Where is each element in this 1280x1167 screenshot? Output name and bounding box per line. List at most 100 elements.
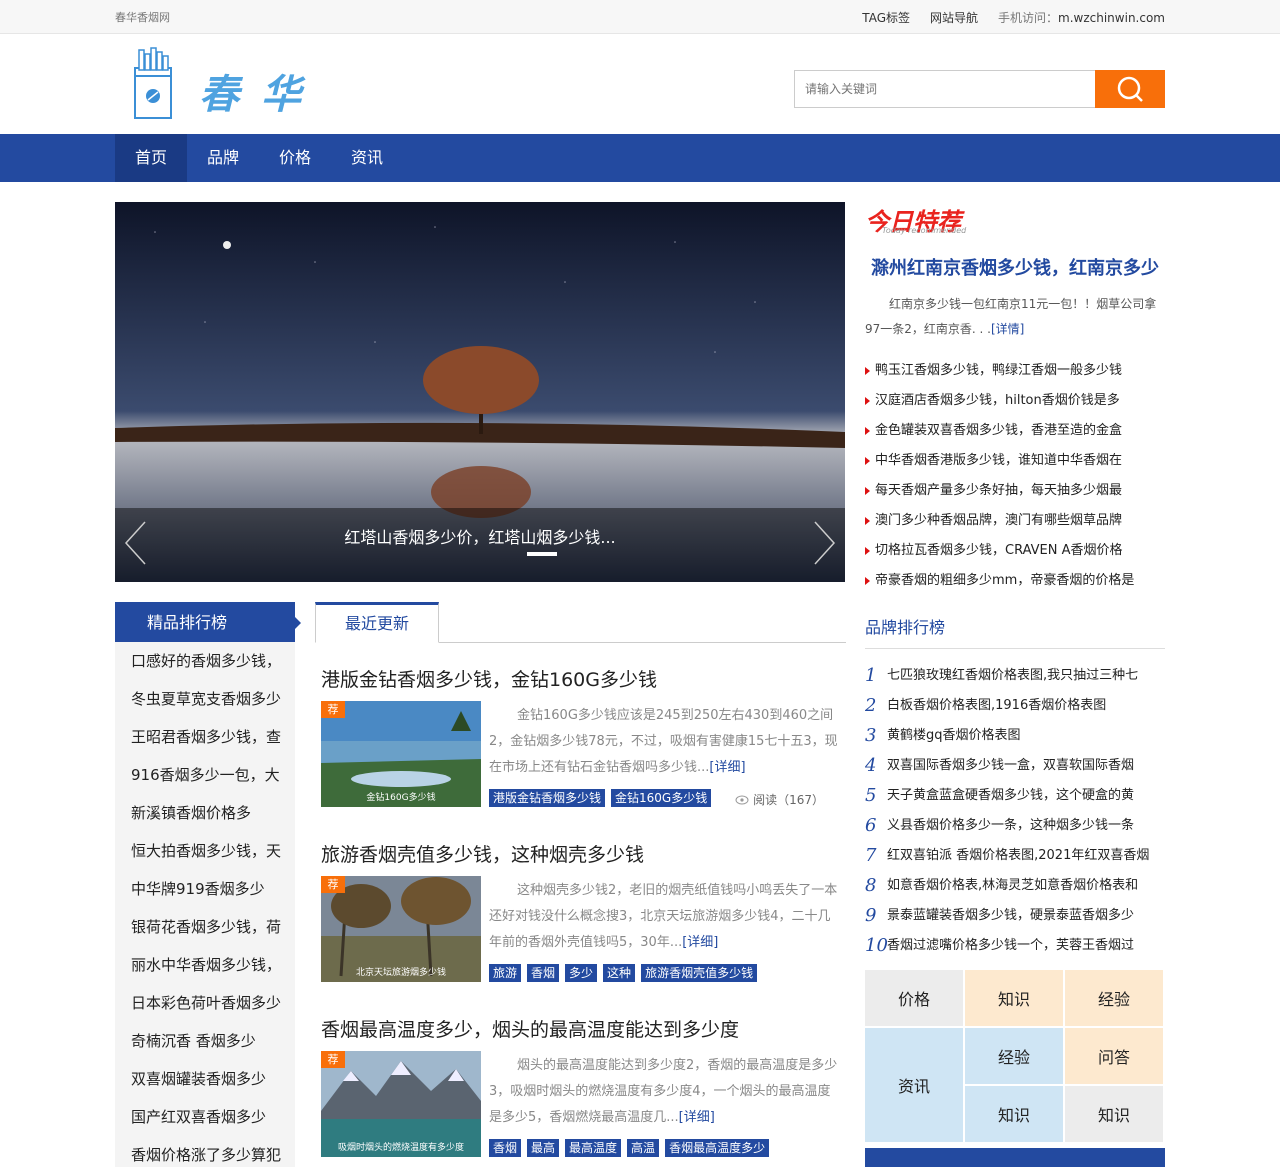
list-item[interactable]: 6 义县香烟价格多少一条，这种烟多少钱一条 <box>865 811 1165 841</box>
tag-cell-experience-2[interactable]: 经验 <box>965 1028 1063 1084</box>
article-thumbnail[interactable]: 荐 金钻160G多少钱 <box>321 701 481 807</box>
site-name[interactable]: 春华香烟网 <box>115 9 170 25</box>
list-item[interactable]: 香烟价格涨了多少算犯 <box>115 1136 295 1167</box>
article-tag[interactable]: 这种 <box>603 964 636 982</box>
tag-cell-news[interactable]: 资讯 <box>865 1028 963 1142</box>
list-item[interactable]: 口感好的香烟多少钱， <box>115 642 295 680</box>
mobile-url-link[interactable]: m.wzchinwin.com <box>1058 11 1165 25</box>
article-detail-link[interactable]: [详细] <box>679 1110 715 1125</box>
article-tag[interactable]: 最高 <box>527 1139 560 1157</box>
list-item[interactable]: 金色罐装双喜香烟多少钱，香港至造的金盒 <box>865 416 1165 446</box>
list-item[interactable]: 2 白板香烟价格表图,1916香烟价格表图 <box>865 691 1165 721</box>
list-item[interactable]: 奇楠沉香 香烟多少 <box>115 1022 295 1060</box>
tab-recent-updates[interactable]: 最近更新 <box>315 602 439 643</box>
list-item[interactable]: 中华牌919香烟多少 <box>115 870 295 908</box>
article-thumbnail[interactable]: 荐 北京天坛旅游烟多少钱 <box>321 876 481 982</box>
list-item[interactable]: 5 天子黄盒蓝盒硬香烟多少钱，这个硬盒的黄 <box>865 781 1165 811</box>
list-item[interactable]: 中华香烟香港版多少钱，谁知道中华香烟在 <box>865 446 1165 476</box>
article-tag[interactable]: 香烟 <box>527 964 560 982</box>
rank-text: 黄鹤楼gq香烟价格表图 <box>887 728 1021 743</box>
rank-number: 4 <box>865 755 877 776</box>
article-tag[interactable]: 高温 <box>627 1139 660 1157</box>
list-item[interactable]: 9 景泰蓝罐装香烟多少钱，硬景泰蓝香烟多少 <box>865 901 1165 931</box>
article-title[interactable]: 港版金钻香烟多少钱，金钻160G多少钱 <box>321 665 657 692</box>
recommend-badge: 荐 <box>321 701 345 718</box>
list-item[interactable]: 每天香烟产量多少条好抽，每天抽多少烟最 <box>865 476 1165 506</box>
logo-text[interactable]: 春华 <box>199 62 323 120</box>
article-tag[interactable]: 旅游 <box>489 964 522 982</box>
today-detail-link[interactable]: [详情] <box>991 322 1024 336</box>
list-item[interactable]: 丽水中华香烟多少钱， <box>115 946 295 984</box>
quality-ranking-title: 精品排行榜 <box>115 602 301 642</box>
slider-indicator[interactable] <box>527 552 557 556</box>
brand-ranking-title: 品牌排行榜 <box>865 602 1165 649</box>
list-item[interactable]: 8 如意香烟价格表,林海灵芝如意香烟价格表和 <box>865 871 1165 901</box>
article-tag[interactable]: 金钻160G多少钱 <box>611 789 712 807</box>
article-title[interactable]: 旅游香烟壳值多少钱，这种烟壳多少钱 <box>321 840 644 867</box>
article-tags: 港版金钻香烟多少钱 金钻160G多少钱 <box>489 789 712 807</box>
site-nav-link[interactable]: 网站导航 <box>930 9 978 26</box>
recommend-badge: 荐 <box>321 1051 345 1068</box>
list-item[interactable]: 王昭君香烟多少钱，查 <box>115 718 295 756</box>
nav-item-news[interactable]: 资讯 <box>331 134 403 182</box>
nav-item-price[interactable]: 价格 <box>259 134 331 182</box>
list-item[interactable]: 10 香烟过滤嘴价格多少钱一个，芙蓉王香烟过 <box>865 931 1165 961</box>
list-item[interactable]: 澳门多少种香烟品牌，澳门有哪些烟草品牌 <box>865 506 1165 536</box>
tag-link[interactable]: TAG标签 <box>862 9 910 26</box>
rank-text: 景泰蓝罐装香烟多少钱，硬景泰蓝香烟多少 <box>887 908 1135 923</box>
tag-cell-knowledge-2[interactable]: 知识 <box>965 1086 1063 1142</box>
rank-text: 香烟过滤嘴价格多少钱一个，芙蓉王香烟过 <box>887 938 1135 953</box>
article-detail-link[interactable]: [详细] <box>682 935 718 950</box>
article-tag[interactable]: 港版金钻香烟多少钱 <box>489 789 606 807</box>
nav-item-brand[interactable]: 品牌 <box>187 134 259 182</box>
list-item[interactable]: 3 黄鹤楼gq香烟价格表图 <box>865 721 1165 751</box>
rank-number: 2 <box>865 695 877 716</box>
article-title[interactable]: 香烟最高温度多少，烟头的最高温度能达到多少度 <box>321 1015 739 1042</box>
search-button[interactable] <box>1095 70 1165 108</box>
article-thumbnail[interactable]: 荐 吸烟时烟头的燃烧温度有多少度 <box>321 1051 481 1157</box>
list-item[interactable]: 双喜烟罐装香烟多少 <box>115 1060 295 1098</box>
list-item[interactable]: 银荷花香烟多少钱，荷 <box>115 908 295 946</box>
article-tag[interactable]: 香烟 <box>489 1139 522 1157</box>
list-item[interactable]: 切格拉瓦香烟多少钱，CRAVEN A香烟价格 <box>865 536 1165 566</box>
today-headline[interactable]: 滁州红南京香烟多少钱，红南京多少 <box>865 254 1165 280</box>
header: 春华 <box>0 34 1280 134</box>
search-box <box>794 70 1165 108</box>
cigarette-pack-logo-icon[interactable] <box>133 46 173 120</box>
article-tag[interactable]: 多少 <box>565 964 598 982</box>
list-item[interactable]: 916香烟多少一包，大 <box>115 756 295 794</box>
list-item[interactable]: 鸭玉江香烟多少钱，鸭绿江香烟一般多少钱 <box>865 356 1165 386</box>
list-item[interactable]: 日本彩色荷叶香烟多少 <box>115 984 295 1022</box>
tag-cell-knowledge[interactable]: 知识 <box>965 970 1063 1026</box>
article-detail-link[interactable]: [详细] <box>709 760 745 775</box>
list-item[interactable]: 国产红双喜香烟多少 <box>115 1098 295 1136</box>
tag-grid: 价格 知识 经验 资讯 经验 问答 知识 知识 <box>865 970 1165 1144</box>
list-item[interactable]: 帝豪香烟的粗细多少mm，帝豪香烟的价格是 <box>865 566 1165 596</box>
slider-next-arrow-icon[interactable] <box>811 520 837 566</box>
main-nav: 首页 品牌 价格 资讯 <box>0 134 1280 182</box>
list-item[interactable]: 汉庭酒店香烟多少钱，hilton香烟价钱是多 <box>865 386 1165 416</box>
tag-cell-knowledge-3[interactable]: 知识 <box>1065 1086 1163 1142</box>
today-recommended: 今日特荐 Today recommended 滁州红南京香烟多少钱，红南京多少 … <box>865 202 1165 596</box>
tag-cell-experience[interactable]: 经验 <box>1065 970 1163 1026</box>
list-item[interactable]: 冬虫夏草宽支香烟多少 <box>115 680 295 718</box>
article-excerpt: 烟头的最高温度能达到多少度2，香烟的最高温度是多少3，吸烟时烟头的燃烧温度有多少… <box>489 1053 839 1131</box>
hero-slider[interactable]: 红塔山香烟多少价，红塔山烟多少钱... <box>115 202 845 582</box>
article-tag[interactable]: 香烟最高温度多少 <box>665 1139 770 1157</box>
list-item[interactable]: 新溪镇香烟价格多 <box>115 794 295 832</box>
slider-caption-text[interactable]: 红塔山香烟多少价，红塔山烟多少钱... <box>115 524 845 548</box>
slider-prev-arrow-icon[interactable] <box>123 520 149 566</box>
article-tag[interactable]: 最高温度 <box>565 1139 622 1157</box>
nav-item-home[interactable]: 首页 <box>115 134 187 182</box>
list-item[interactable]: 1 七匹狼玫瑰红香烟价格表图,我只抽过三种七 <box>865 661 1165 691</box>
list-item[interactable]: 恒大拍香烟多少钱，天 <box>115 832 295 870</box>
article-tag[interactable]: 旅游香烟壳值多少钱 <box>641 964 758 982</box>
thumbnail-caption: 北京天坛旅游烟多少钱 <box>355 968 446 978</box>
tag-cell-price[interactable]: 价格 <box>865 970 963 1026</box>
search-input[interactable] <box>794 70 1095 108</box>
rank-number: 1 <box>865 665 877 686</box>
list-item[interactable]: 7 红双喜铂派 香烟价格表图,2021年红双喜香烟 <box>865 841 1165 871</box>
tag-cell-qa[interactable]: 问答 <box>1065 1028 1163 1084</box>
list-item[interactable]: 4 双喜国际香烟多少钱一盒，双喜软国际香烟 <box>865 751 1165 781</box>
recent-updates: 最近更新 港版金钻香烟多少钱，金钻160G多少钱 荐 金钻160G多少钱 金钻1… <box>315 602 846 1167</box>
